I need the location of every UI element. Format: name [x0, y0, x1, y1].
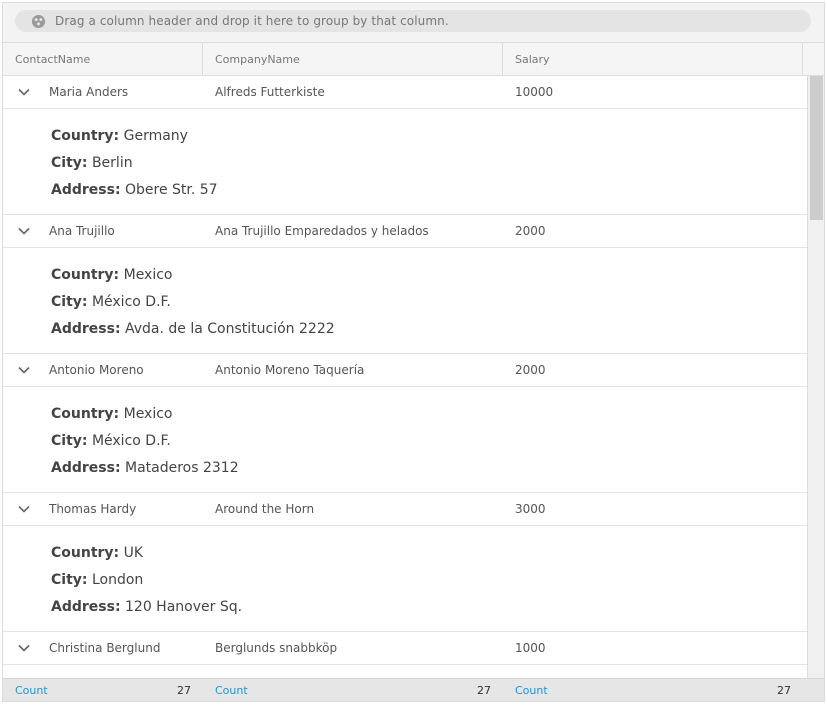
- column-header-row: ContactName CompanyName Salary: [3, 43, 824, 76]
- table-row[interactable]: Antonio Moreno Antonio Moreno Taquería 2…: [3, 354, 807, 387]
- vertical-scrollbar[interactable]: [807, 76, 824, 678]
- contact-name: Christina Berglund: [49, 641, 161, 655]
- detail-country-value: Germany: [123, 128, 188, 144]
- contact-cell: Ana Trujillo: [3, 215, 203, 247]
- company-name: Berglunds snabbköp: [215, 641, 338, 655]
- detail-address-value: 120 Hanover Sq.: [125, 599, 243, 615]
- column-header-contactname[interactable]: ContactName: [3, 43, 203, 75]
- detail-city-value: México D.F.: [91, 294, 171, 310]
- summary-cell-companyname: Count 27: [203, 679, 503, 701]
- detail-city-label: City:: [51, 433, 88, 449]
- company-name: Around the Horn: [215, 502, 315, 516]
- group-panel[interactable]: Drag a column header and drop it here to…: [3, 3, 824, 43]
- detail-address-label: Address:: [51, 182, 121, 198]
- column-header-salary[interactable]: Salary: [503, 43, 803, 75]
- detail-city-label: City:: [51, 294, 88, 310]
- detail-city-value: Berlin: [91, 155, 133, 171]
- detail-city: City: Berlin: [51, 150, 807, 177]
- summary-value: 27: [777, 684, 791, 697]
- salary-value: 2000: [515, 224, 546, 238]
- salary-value: 3000: [515, 502, 546, 516]
- detail-country: Country: UK: [51, 540, 807, 567]
- group-panel-hint: Drag a column header and drop it here to…: [55, 14, 449, 28]
- contact-name: Thomas Hardy: [49, 502, 137, 516]
- detail-country-value: Mexico: [123, 267, 173, 283]
- chevron-down-icon[interactable]: [17, 85, 31, 99]
- contact-cell: Thomas Hardy: [3, 493, 203, 525]
- column-header-companyname[interactable]: CompanyName: [203, 43, 503, 75]
- detail-country-label: Country:: [51, 267, 120, 283]
- table-row[interactable]: Christina Berglund Berglunds snabbköp 10…: [3, 632, 807, 665]
- detail-country-value: Mexico: [123, 406, 173, 422]
- summary-label: Count: [515, 684, 548, 697]
- company-name: Ana Trujillo Emparedados y helados: [215, 224, 429, 238]
- detail-address-label: Address:: [51, 321, 121, 337]
- header-scroll-spacer: [803, 43, 824, 75]
- detail-country: Country: Mexico: [51, 262, 807, 289]
- detail-city: City: México D.F.: [51, 428, 807, 455]
- summary-cell-contactname: Count 27: [3, 679, 203, 701]
- contact-cell: Christina Berglund: [3, 632, 203, 664]
- summary-label: Count: [15, 684, 48, 697]
- detail-address: Address: Mataderos 2312: [51, 455, 807, 482]
- salary-value: 2000: [515, 363, 546, 377]
- detail-country-label: Country:: [51, 128, 120, 144]
- contact-name: Antonio Moreno: [49, 363, 144, 377]
- detail-panel: Country: Mexico City: México D.F. Addres…: [3, 248, 807, 354]
- detail-country-label: Country:: [51, 406, 120, 422]
- summary-value: 27: [177, 684, 191, 697]
- detail-panel: Country: Germany City: Berlin Address: O…: [3, 109, 807, 215]
- contact-name: Maria Anders: [49, 85, 129, 99]
- detail-country-value: UK: [123, 545, 144, 561]
- detail-address-value: Mataderos 2312: [125, 460, 239, 476]
- detail-city: City: México D.F.: [51, 289, 807, 316]
- detail-city-label: City:: [51, 155, 88, 171]
- group-drag-icon: [31, 14, 46, 29]
- summary-label: Count: [215, 684, 248, 697]
- contact-cell: Antonio Moreno: [3, 354, 203, 386]
- detail-address: Address: Obere Str. 57: [51, 177, 807, 204]
- detail-city-value: México D.F.: [91, 433, 171, 449]
- company-name: Alfreds Futterkiste: [215, 85, 325, 99]
- detail-panel: Country: UK City: London Address: 120 Ha…: [3, 526, 807, 632]
- salary-value: 10000: [515, 85, 554, 99]
- chevron-down-icon[interactable]: [17, 363, 31, 377]
- chevron-down-icon[interactable]: [17, 502, 31, 516]
- scrollbar-thumb[interactable]: [810, 76, 823, 220]
- detail-city-value: London: [91, 572, 144, 588]
- salary-value: 1000: [515, 641, 546, 655]
- detail-address: Address: 120 Hanover Sq.: [51, 594, 807, 621]
- table-row[interactable]: Ana Trujillo Ana Trujillo Emparedados y …: [3, 215, 807, 248]
- detail-address-label: Address:: [51, 460, 121, 476]
- detail-country: Country: Mexico: [51, 401, 807, 428]
- detail-address-value: Avda. de la Constitución 2222: [125, 321, 335, 337]
- detail-city-label: City:: [51, 572, 88, 588]
- detail-city: City: London: [51, 567, 807, 594]
- chevron-down-icon[interactable]: [17, 224, 31, 238]
- summary-row: Count 27 Count 27 Count 27: [3, 678, 824, 701]
- detail-address-value: Obere Str. 57: [125, 182, 218, 198]
- data-grid: Drag a column header and drop it here to…: [2, 2, 825, 702]
- grid-body: Maria Anders Alfreds Futterkiste 10000 C…: [3, 76, 807, 678]
- detail-panel: Country: Mexico City: México D.F. Addres…: [3, 387, 807, 493]
- chevron-down-icon[interactable]: [17, 641, 31, 655]
- company-name: Antonio Moreno Taquería: [215, 363, 365, 377]
- contact-cell: Maria Anders: [3, 76, 203, 108]
- detail-address: Address: Avda. de la Constitución 2222: [51, 316, 807, 343]
- detail-address-label: Address:: [51, 599, 121, 615]
- detail-country: Country: Germany: [51, 123, 807, 150]
- summary-value: 27: [477, 684, 491, 697]
- summary-cell-salary: Count 27: [503, 679, 803, 701]
- table-row[interactable]: Maria Anders Alfreds Futterkiste 10000: [3, 76, 807, 109]
- group-panel-hint-pill[interactable]: Drag a column header and drop it here to…: [15, 10, 811, 32]
- table-row[interactable]: Thomas Hardy Around the Horn 3000: [3, 493, 807, 526]
- detail-country-label: Country:: [51, 545, 120, 561]
- contact-name: Ana Trujillo: [49, 224, 115, 238]
